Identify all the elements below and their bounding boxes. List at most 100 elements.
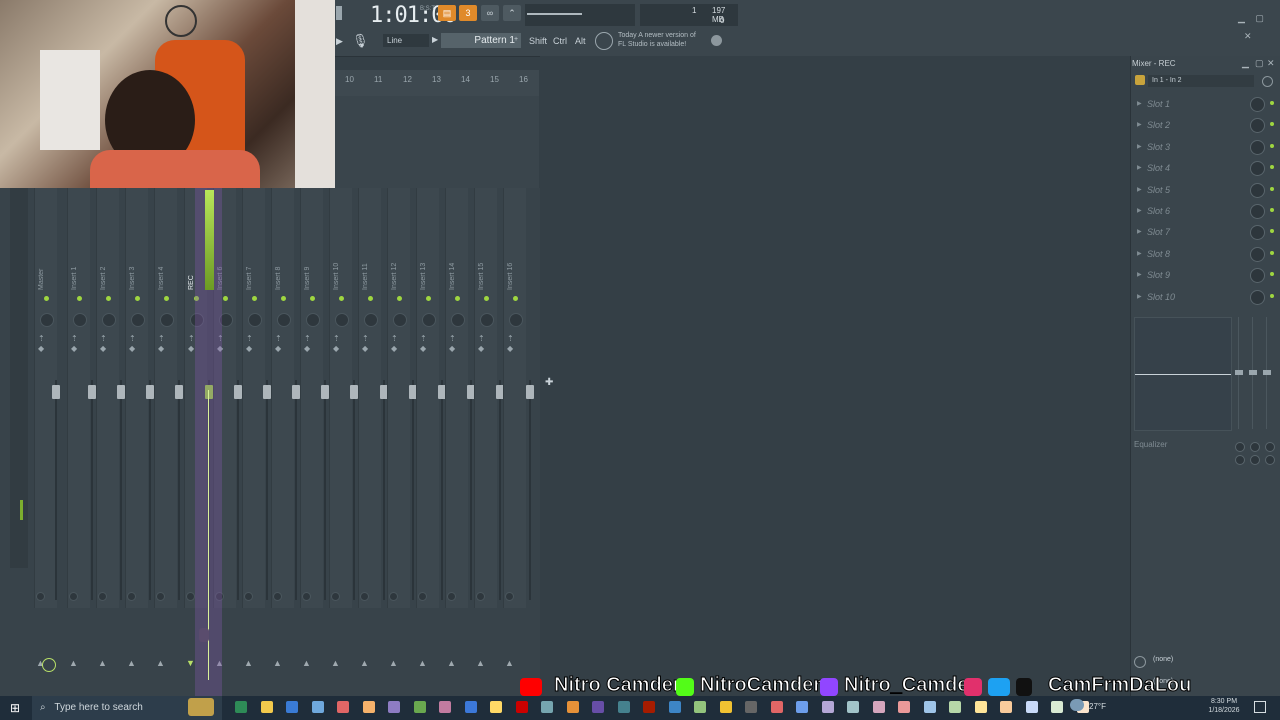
taskbar-app-icon[interactable] (719, 701, 732, 713)
stereo-icon[interactable]: ◆ (275, 344, 281, 353)
weather-temp[interactable]: 27°F (1089, 702, 1106, 711)
taskbar-app-icon[interactable] (872, 701, 885, 713)
swap-up-icon[interactable]: ⇡ (362, 334, 369, 343)
track-enable-led[interactable] (44, 296, 49, 301)
slot-enable-led[interactable] (1270, 293, 1274, 298)
volume-fader[interactable] (234, 385, 242, 399)
taskbar-app-icon[interactable] (974, 701, 987, 713)
eq-freq-knob-1[interactable] (1235, 442, 1245, 452)
insert-close-icon[interactable]: ✕ (1267, 58, 1275, 69)
mixer-strip[interactable] (474, 188, 497, 608)
ctrl-key-button[interactable]: Ctrl (553, 36, 567, 46)
taskbar-app-icon[interactable] (617, 701, 630, 713)
pan-knob[interactable] (160, 313, 174, 327)
eq-bw-knob-2[interactable] (1250, 455, 1260, 465)
volume-fader[interactable] (88, 385, 96, 399)
fx-toggle-icon[interactable] (331, 592, 340, 601)
slot-enable-led[interactable] (1270, 101, 1274, 105)
update-gear-icon[interactable] (595, 32, 613, 50)
eq-band-handle-2[interactable] (1249, 370, 1257, 375)
master-volume-slider[interactable] (527, 13, 582, 15)
taskbar-app-icon[interactable] (592, 701, 604, 713)
effect-slot[interactable]: ▶ Slot 9 (1133, 266, 1279, 286)
pan-knob[interactable] (277, 313, 291, 327)
swap-up-icon[interactable]: ⇡ (478, 334, 485, 343)
stereo-icon[interactable]: ◆ (129, 344, 135, 353)
taskbar-app-icon[interactable] (541, 701, 553, 713)
taskbar-app-icon[interactable] (770, 701, 783, 713)
mixer-strip[interactable] (416, 188, 439, 608)
mixer-strip[interactable] (358, 188, 381, 608)
pan-knob[interactable] (335, 313, 349, 327)
output-select-1[interactable]: (none) (1153, 656, 1173, 663)
fx-toggle-icon[interactable] (505, 592, 514, 601)
volume-fader[interactable] (350, 385, 358, 399)
stereo-icon[interactable]: ◆ (478, 344, 484, 353)
audio-input-select[interactable]: In 1 - In 2 (1148, 75, 1254, 87)
pan-knob[interactable] (73, 313, 87, 327)
slot-mix-knob[interactable] (1250, 139, 1265, 155)
track-enable-led[interactable] (397, 296, 402, 301)
slot-expand-icon[interactable]: ▶ (1137, 121, 1142, 128)
route-arrow-icon[interactable]: ▲ (418, 658, 427, 668)
volume-fader[interactable] (292, 385, 300, 399)
swap-up-icon[interactable]: ⇡ (304, 334, 311, 343)
restore-icon[interactable]: ▢ (1255, 13, 1264, 23)
track-enable-led[interactable] (135, 296, 140, 301)
volume-fader[interactable] (52, 385, 60, 399)
mixer-strip[interactable] (300, 188, 323, 608)
mixer-strip[interactable] (242, 188, 265, 608)
effect-slot[interactable]: ▶ Slot 1 (1133, 95, 1279, 115)
stereo-icon[interactable]: ◆ (100, 344, 106, 353)
volume-fader[interactable] (263, 385, 271, 399)
slot-enable-led[interactable] (1270, 122, 1274, 127)
swap-up-icon[interactable]: ⇡ (420, 334, 427, 343)
fx-toggle-icon[interactable] (447, 592, 456, 601)
start-windows-icon[interactable]: ⊞ (10, 701, 20, 715)
pan-knob[interactable] (248, 313, 262, 327)
slot-expand-icon[interactable]: ▶ (1137, 100, 1142, 107)
play-arrow-icon[interactable]: ▶ (336, 36, 343, 47)
slot-mix-knob[interactable] (1250, 246, 1265, 262)
slot-enable-led[interactable] (1270, 186, 1274, 191)
taskbar-app-icon[interactable] (311, 701, 324, 713)
eq-freq-knob-2[interactable] (1250, 442, 1260, 452)
track-enable-led[interactable] (310, 296, 315, 301)
taskbar-app-icon[interactable] (1051, 701, 1063, 713)
taskbar-app-icon[interactable] (464, 701, 477, 713)
insert-minimize-icon[interactable]: ▁ (1242, 58, 1249, 69)
swap-up-icon[interactable]: ⇡ (71, 334, 78, 343)
slot-expand-icon[interactable]: ▶ (1137, 186, 1142, 193)
taskbar-app-icon[interactable] (643, 701, 655, 713)
mixer-strip[interactable] (67, 188, 90, 608)
volume-fader[interactable] (526, 385, 534, 399)
route-arrow-icon[interactable]: ▲ (360, 658, 369, 668)
taskbar-app-icon[interactable] (337, 701, 349, 713)
swap-up-icon[interactable]: ⇡ (246, 334, 253, 343)
notification-icon[interactable] (1254, 701, 1266, 713)
slot-mix-knob[interactable] (1250, 225, 1265, 241)
insert-menu-icon[interactable] (1135, 75, 1145, 85)
eq-bw-knob-3[interactable] (1265, 455, 1275, 465)
taskbar-app-icon[interactable] (694, 701, 706, 713)
eq-band-handle-1[interactable] (1235, 370, 1243, 375)
swap-up-icon[interactable]: ⇡ (129, 334, 136, 343)
swap-up-icon[interactable]: ⇡ (275, 334, 282, 343)
snap-mode-select[interactable]: Line (383, 34, 429, 47)
route-arrow-icon[interactable]: ▲ (127, 658, 136, 668)
route-arrow-icon[interactable]: ▲ (331, 658, 340, 668)
pan-knob[interactable] (131, 313, 145, 327)
route-arrow-icon[interactable]: ▼ (186, 658, 195, 668)
stereo-icon[interactable]: ◆ (420, 344, 426, 353)
slot-enable-led[interactable] (1270, 272, 1274, 277)
track-enable-led[interactable] (426, 296, 431, 301)
track-enable-led[interactable] (281, 296, 286, 301)
effect-slot[interactable]: ▶ Slot 10 (1133, 288, 1279, 308)
stereo-icon[interactable]: ◆ (391, 344, 397, 353)
fx-toggle-icon[interactable] (389, 592, 398, 601)
effect-slot[interactable]: ▶ Slot 2 (1133, 116, 1279, 136)
eq-band-handle-3[interactable] (1263, 370, 1271, 375)
fx-toggle-icon[interactable] (127, 592, 136, 601)
fx-toggle-icon[interactable] (36, 592, 45, 601)
slot-enable-led[interactable] (1270, 143, 1274, 148)
